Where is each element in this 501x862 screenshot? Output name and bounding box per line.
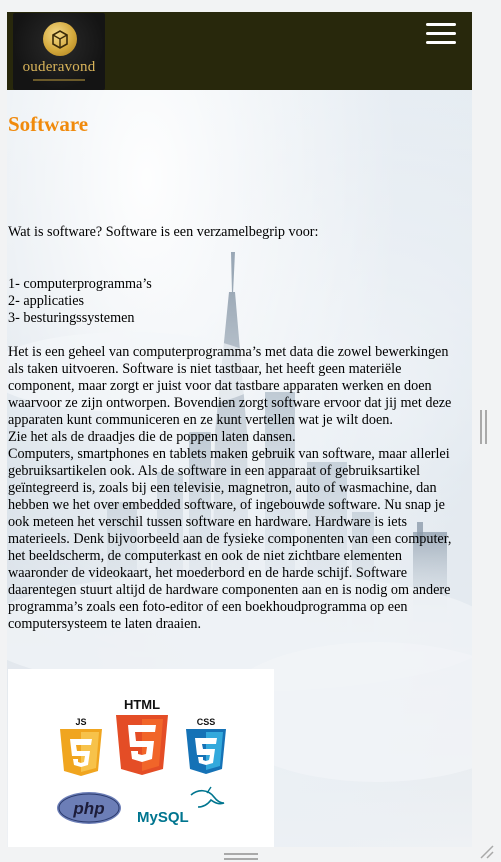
mysql-label: MySQL	[137, 809, 189, 826]
resize-corner-icon[interactable]	[478, 843, 494, 859]
html5-icon	[116, 715, 168, 775]
list-item: 2- applicaties	[8, 293, 85, 309]
logo-emblem-icon	[43, 22, 77, 56]
body-text: Het is een geheel van computerprogramma’…	[8, 344, 470, 633]
mysql-icon: MySQL	[137, 786, 225, 826]
site-header: ouderavond	[7, 12, 472, 90]
body-line: ook meteen het verschil tussen software …	[8, 514, 408, 530]
php-label: php	[72, 799, 104, 818]
body-line: Zie het als de draadjes die de poppen la…	[8, 429, 296, 445]
page-viewport: ouderavond Software Wat is software? Sof…	[7, 12, 472, 847]
body-line: computersysteem te laten draaien.	[8, 616, 202, 632]
page-title: Software	[8, 112, 89, 136]
body-line: apparaten kunt communiceren en ze kunt v…	[8, 412, 393, 428]
hamburger-menu-icon[interactable]	[426, 22, 458, 46]
body-line: het beeldscherm, de computerkast en ook …	[8, 548, 402, 564]
body-line: materieels. Denk bijvoorbeeld aan de fys…	[8, 531, 452, 547]
html-label: HTML	[124, 697, 160, 712]
body-line: programma’s zoals een foto-editor of een…	[8, 599, 408, 615]
body-line: geïntegreerd is, zoals bij een televisie…	[8, 480, 437, 496]
site-logo[interactable]: ouderavond	[13, 13, 105, 90]
javascript-icon	[60, 729, 102, 776]
software-list: 1- computerprogramma’s 2- applicaties 3-…	[8, 276, 470, 327]
body-line: waarvoor ze zijn ontworpen. Bovendien zo…	[8, 395, 452, 411]
horizontal-resize-handle[interactable]	[224, 853, 258, 860]
body-line: component, maar zorgt er juist voor dat …	[8, 378, 432, 394]
body-line: hebben we het over embedded software, of…	[8, 497, 445, 513]
logo-underline	[33, 79, 85, 81]
js-label: JS	[75, 717, 86, 727]
css3-icon	[186, 729, 226, 774]
body-line: gebruiksartikelen ook. Als de software i…	[8, 463, 421, 479]
css-label: CSS	[197, 717, 216, 727]
php-icon: php	[57, 792, 121, 824]
body-line: Computers, smartphones en tablets maken …	[8, 446, 450, 462]
tech-logos-image: HTML JS CSS php MySQL	[8, 669, 274, 847]
logo-text: ouderavond	[22, 59, 96, 75]
vertical-resize-handle[interactable]	[480, 410, 487, 444]
body-line: Het is een geheel van computerprogramma’…	[8, 344, 449, 360]
intro-text: Wat is software? Software is een verzame…	[8, 224, 319, 240]
list-item: 1- computerprogramma’s	[8, 276, 152, 292]
body-line: waaronder de videokaart, het moederbord …	[8, 565, 408, 581]
list-item: 3- besturingssystemen	[8, 310, 135, 326]
body-line: daarentegen stuurt altijd de hardware co…	[8, 582, 451, 598]
body-line: als taken uitvoeren. Software is niet ta…	[8, 361, 402, 377]
